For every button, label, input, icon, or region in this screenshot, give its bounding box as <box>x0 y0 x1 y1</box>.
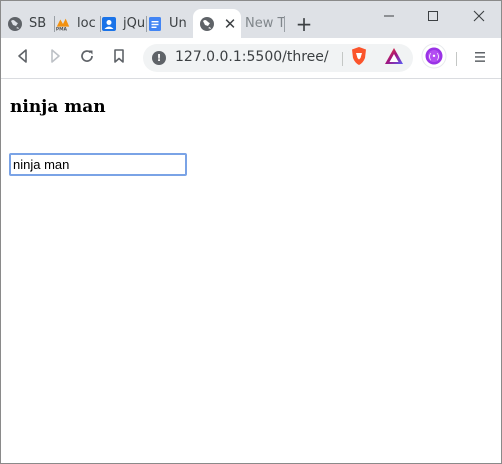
reload-icon <box>79 48 95 68</box>
tab-label: loc <box>77 16 96 31</box>
phpmyadmin-icon: PMA <box>55 16 71 32</box>
new-tab-button[interactable]: + <box>293 12 315 36</box>
svg-text:PMA: PMA <box>56 26 68 31</box>
tab-separator <box>284 16 285 32</box>
bookmark-button[interactable] <box>107 46 131 70</box>
name-input[interactable] <box>9 153 187 176</box>
browser-toolbar: ! 127.0.0.1:5500/three/ (•) <box>1 38 501 79</box>
address-bar[interactable]: ! 127.0.0.1:5500/three/ <box>143 44 413 72</box>
site-info-icon[interactable]: ! <box>152 51 166 65</box>
globe-icon <box>7 16 23 32</box>
browser-window: SB PMA loc jQu Un ✕ New T + ! 127.0.0.1:… <box>0 0 502 464</box>
close-icon <box>473 7 485 26</box>
close-window-button[interactable] <box>457 1 501 31</box>
profile-avatar-icon: (•) <box>421 43 447 73</box>
minimize-button[interactable] <box>367 1 411 31</box>
toolbar-divider <box>342 52 343 66</box>
svg-text:(•): (•) <box>429 52 440 61</box>
forward-icon <box>47 48 63 68</box>
profile-button[interactable]: (•) <box>421 43 447 73</box>
menu-button[interactable] <box>468 46 492 70</box>
maximize-button[interactable] <box>411 1 455 31</box>
tab-new-tab[interactable]: New Ta <box>239 9 285 38</box>
tab-label: Un <box>169 16 187 31</box>
brave-shields-button[interactable] <box>347 46 371 70</box>
back-icon <box>15 48 31 68</box>
maximize-icon <box>427 7 439 26</box>
menu-icon <box>473 49 487 68</box>
tab-active[interactable]: ✕ <box>193 9 241 38</box>
tab-phpmyadmin[interactable]: PMA loc <box>55 9 101 38</box>
tab-label: New Ta <box>245 16 285 31</box>
docs-icon <box>147 16 163 32</box>
page-heading: ninja man <box>10 97 106 117</box>
minimize-icon <box>383 7 395 26</box>
page-content: ninja man <box>1 79 501 463</box>
back-button[interactable] <box>11 46 35 70</box>
close-tab-icon[interactable]: ✕ <box>223 15 237 33</box>
reload-button[interactable] <box>75 46 99 70</box>
tab-jquery[interactable]: jQu <box>101 9 147 38</box>
tab-label: SB <box>29 16 47 31</box>
url-text[interactable]: 127.0.0.1:5500/three/ <box>175 49 329 65</box>
brave-rewards-button[interactable] <box>382 46 406 70</box>
bookmark-icon <box>111 48 127 68</box>
tab-label: jQu <box>123 16 146 31</box>
brave-rewards-icon <box>384 47 404 69</box>
forward-button[interactable] <box>43 46 67 70</box>
toolbar-divider <box>456 52 457 66</box>
tab-untitled-doc[interactable]: Un <box>147 9 193 38</box>
contacts-icon <box>101 16 117 32</box>
tab-strip: SB PMA loc jQu Un ✕ New T + <box>1 1 501 38</box>
tab-sb[interactable]: SB <box>7 9 55 38</box>
brave-shield-icon <box>350 46 368 70</box>
globe-icon <box>199 16 215 32</box>
